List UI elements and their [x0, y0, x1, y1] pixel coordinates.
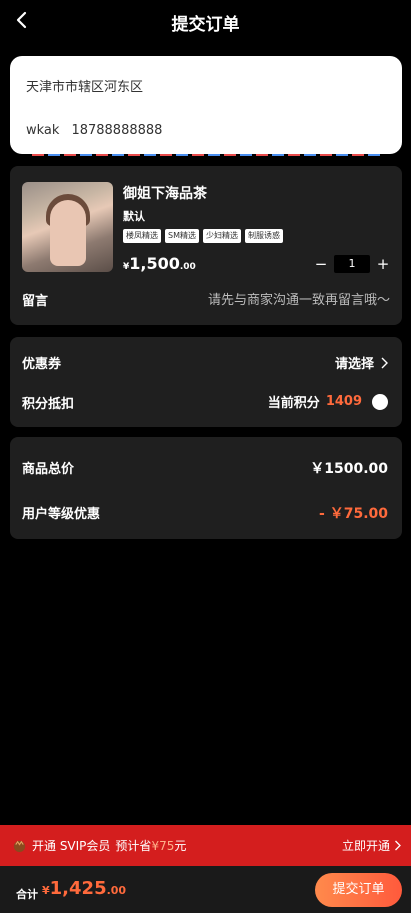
contact-name: wkak: [26, 123, 60, 138]
points-value: 1409: [325, 394, 362, 409]
address-contact: wkak 18788888888: [26, 123, 174, 138]
product-card: 御姐下海品茶 默认 楼凤精选 SM精选 少妇精选 制服诱惑 ¥1,500.00 …: [10, 166, 402, 325]
product-tag: 楼凤精选: [123, 229, 161, 243]
svip-banner[interactable]: 开通 SVIP会员 预计省¥75元 立即开通: [0, 825, 411, 866]
svip-open-button[interactable]: 立即开通: [342, 837, 401, 854]
svip-open-text: 开通 SVIP会员: [32, 839, 111, 853]
total-label: 合计: [16, 888, 38, 901]
level-discount-value: - ￥75.00: [319, 506, 388, 522]
product-tag: SM精选: [165, 229, 199, 243]
product-name: 御姐下海品茶: [123, 186, 207, 202]
product-price: ¥1,500.00: [123, 254, 196, 273]
goods-total-label: 商品总价: [22, 462, 75, 477]
increase-button[interactable]: +: [376, 256, 390, 272]
header: 提交订单: [0, 0, 411, 44]
quantity-stepper: − 1 +: [314, 255, 390, 273]
quantity-input[interactable]: 1: [334, 255, 370, 273]
address-card[interactable]: 天津市市辖区河东区 wkak 18788888888: [10, 56, 402, 154]
discount-card: 优惠券 请选择 积分抵扣 当前积分 1409: [10, 337, 402, 427]
address-divider-stripe: [32, 154, 384, 156]
bottom-bar: 合计 ¥1,425.00 提交订单: [0, 866, 411, 913]
summary-card: 商品总价 ￥1500.00 用户等级优惠 - ￥75.00: [10, 437, 402, 539]
points-row: 当前积分 1409: [268, 392, 388, 411]
contact-phone: 18788888888: [71, 123, 163, 138]
page-title: 提交订单: [171, 15, 240, 35]
points-toggle[interactable]: [372, 393, 388, 410]
decrease-button[interactable]: −: [314, 256, 328, 272]
message-label: 留言: [22, 294, 49, 309]
coupon-label: 优惠券: [22, 357, 62, 372]
product-tags: 楼凤精选 SM精选 少妇精选 制服诱惑: [123, 229, 283, 243]
chevron-right-icon: [381, 357, 388, 368]
points-label: 积分抵扣: [22, 397, 75, 412]
product-spec: 默认: [123, 210, 145, 223]
product-tag: 少妇精选: [202, 229, 241, 243]
address-region: 天津市市辖区河东区: [26, 80, 144, 95]
goods-total-value: ￥1500.00: [310, 461, 388, 477]
submit-order-button[interactable]: 提交订单: [315, 873, 402, 907]
product-tag: 制服诱惑: [244, 229, 283, 243]
message-input[interactable]: 请先与商家沟通一致再留言哦～: [208, 289, 390, 308]
crown-icon: [13, 840, 26, 853]
svip-save-text: 预计省¥75元: [115, 839, 187, 853]
product-image[interactable]: [22, 182, 113, 272]
level-discount-label: 用户等级优惠: [22, 507, 101, 522]
chevron-right-icon: [395, 840, 401, 851]
total-amount: ¥1,425.00: [42, 878, 127, 899]
coupon-selector[interactable]: 请选择: [335, 353, 388, 372]
